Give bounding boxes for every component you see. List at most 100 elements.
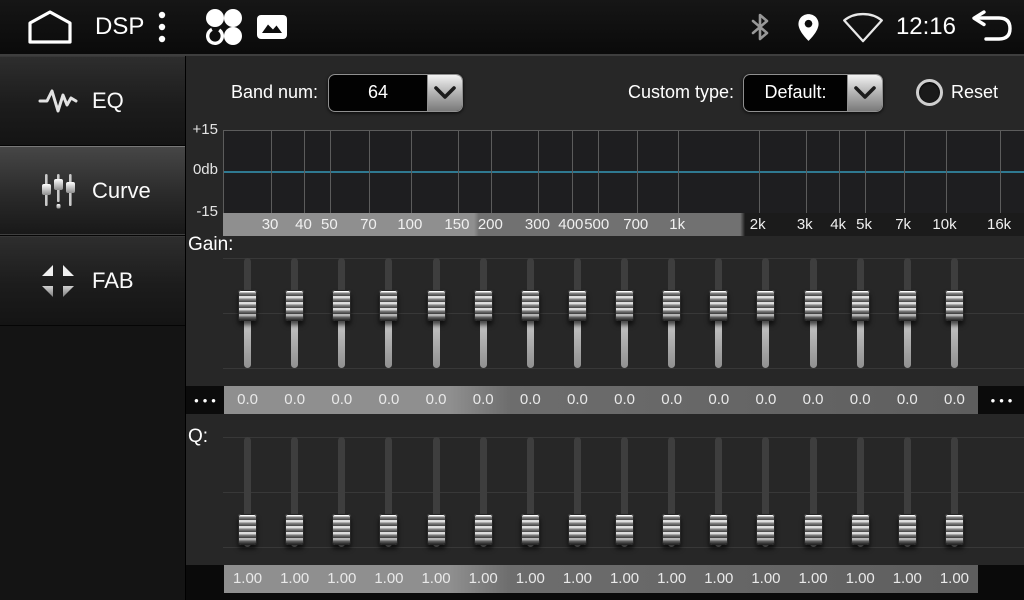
gain-slider[interactable]	[790, 258, 837, 368]
gain-value: 0.0	[695, 386, 742, 414]
overflow-menu-button[interactable]	[158, 0, 166, 54]
gain-slider[interactable]	[601, 258, 648, 368]
q-slider[interactable]	[931, 437, 978, 547]
gain-slider-thumb[interactable]	[238, 290, 257, 321]
gain-slider[interactable]	[413, 258, 460, 368]
gain-slider-thumb[interactable]	[709, 290, 728, 321]
status-icons: 12:16	[749, 0, 1014, 54]
gain-slider-thumb[interactable]	[945, 290, 964, 321]
gain-slider-thumb[interactable]	[332, 290, 351, 321]
q-slider[interactable]	[224, 437, 271, 547]
gain-slider[interactable]	[224, 258, 271, 368]
q-slider-thumb[interactable]	[662, 514, 681, 545]
q-slider-thumb[interactable]	[851, 514, 870, 545]
gain-slider[interactable]	[884, 258, 931, 368]
q-value: 1.00	[507, 565, 554, 593]
gain-more-right-button[interactable]: •••	[978, 386, 1024, 414]
q-slider[interactable]	[601, 437, 648, 547]
q-value: 1.00	[601, 565, 648, 593]
gain-slider[interactable]	[931, 258, 978, 368]
gain-slider[interactable]	[365, 258, 412, 368]
menu-kebab-icon	[158, 9, 166, 45]
q-slider-thumb[interactable]	[521, 514, 540, 545]
back-icon[interactable]	[966, 9, 1014, 45]
gain-slider-thumb[interactable]	[756, 290, 775, 321]
gain-more-left-button[interactable]: •••	[186, 386, 224, 414]
gain-value: 0.0	[271, 386, 318, 414]
q-slider-thumb[interactable]	[898, 514, 917, 545]
gain-slider-thumb[interactable]	[568, 290, 587, 321]
gain-value: 0.0	[931, 386, 978, 414]
q-slider-thumb[interactable]	[804, 514, 823, 545]
q-slider[interactable]	[742, 437, 789, 547]
q-slider[interactable]	[318, 437, 365, 547]
freq-tick-label: 100	[397, 213, 422, 236]
sidebar-item-eq[interactable]: EQ	[0, 56, 185, 146]
sidebar: EQ Curve	[0, 56, 185, 600]
q-slider-thumb[interactable]	[756, 514, 775, 545]
gallery-button[interactable]	[257, 0, 287, 54]
gain-slider-thumb[interactable]	[285, 290, 304, 321]
guide-line	[223, 368, 1024, 369]
gain-value: 0.0	[790, 386, 837, 414]
dropdown-arrow-button[interactable]	[847, 75, 882, 111]
gain-values-strip: 0.00.00.00.00.00.00.00.00.00.00.00.00.00…	[224, 386, 978, 414]
gain-slider[interactable]	[837, 258, 884, 368]
gain-slider-thumb[interactable]	[427, 290, 446, 321]
gain-slider[interactable]	[318, 258, 365, 368]
gain-slider-thumb[interactable]	[804, 290, 823, 321]
gain-slider-thumb[interactable]	[898, 290, 917, 321]
sidebar-item-fab[interactable]: FAB	[0, 236, 185, 326]
band-num-dropdown[interactable]: 64	[328, 74, 463, 112]
q-slider[interactable]	[837, 437, 884, 547]
gain-slider[interactable]	[742, 258, 789, 368]
freq-tick-label: 50	[321, 213, 338, 236]
reset-control[interactable]: Reset	[916, 74, 998, 110]
dropdown-arrow-button[interactable]	[427, 75, 462, 111]
gain-slider[interactable]	[460, 258, 507, 368]
q-slider[interactable]	[790, 437, 837, 547]
q-slider-thumb[interactable]	[238, 514, 257, 545]
q-slider[interactable]	[884, 437, 931, 547]
gain-slider-thumb[interactable]	[662, 290, 681, 321]
q-slider[interactable]	[365, 437, 412, 547]
gain-slider-thumb[interactable]	[851, 290, 870, 321]
q-slider[interactable]	[648, 437, 695, 547]
q-slider-thumb[interactable]	[945, 514, 964, 545]
q-slider-thumb[interactable]	[427, 514, 446, 545]
gain-slider-thumb[interactable]	[521, 290, 540, 321]
reset-radio[interactable]	[916, 79, 943, 106]
q-slider-thumb[interactable]	[285, 514, 304, 545]
gain-value: 0.0	[742, 386, 789, 414]
gain-slider[interactable]	[271, 258, 318, 368]
gain-sliders-row	[224, 258, 978, 368]
custom-type-value: Default:	[744, 75, 847, 111]
q-slider[interactable]	[271, 437, 318, 547]
eq-plot[interactable]	[223, 130, 1024, 214]
q-slider-thumb[interactable]	[474, 514, 493, 545]
gain-slider[interactable]	[507, 258, 554, 368]
clock: 12:16	[896, 13, 956, 41]
q-slider-thumb[interactable]	[568, 514, 587, 545]
q-slider-thumb[interactable]	[379, 514, 398, 545]
q-slider[interactable]	[507, 437, 554, 547]
q-slider-thumb[interactable]	[615, 514, 634, 545]
sidebar-item-curve[interactable]: Curve	[0, 146, 185, 236]
q-slider-thumb[interactable]	[332, 514, 351, 545]
q-slider[interactable]	[413, 437, 460, 547]
q-slider[interactable]	[695, 437, 742, 547]
home-button[interactable]	[26, 0, 74, 54]
apps-button[interactable]	[202, 0, 244, 54]
gain-slider[interactable]	[554, 258, 601, 368]
custom-type-dropdown[interactable]: Default:	[743, 74, 883, 112]
q-slider[interactable]	[554, 437, 601, 547]
gain-slider[interactable]	[695, 258, 742, 368]
plot-gridline	[904, 131, 905, 214]
gain-slider-thumb[interactable]	[379, 290, 398, 321]
freq-tick-label: 5k	[856, 213, 872, 236]
gain-slider-thumb[interactable]	[615, 290, 634, 321]
gain-slider-thumb[interactable]	[474, 290, 493, 321]
q-slider[interactable]	[460, 437, 507, 547]
q-slider-thumb[interactable]	[709, 514, 728, 545]
gain-slider[interactable]	[648, 258, 695, 368]
